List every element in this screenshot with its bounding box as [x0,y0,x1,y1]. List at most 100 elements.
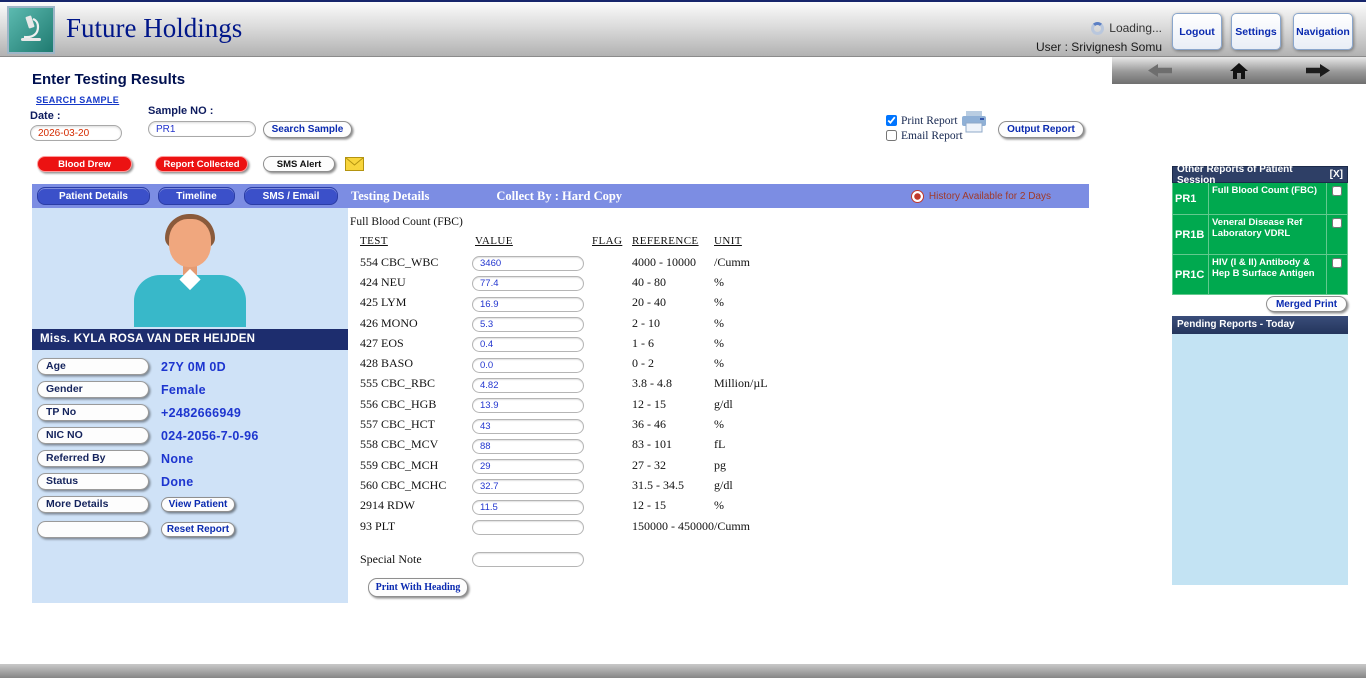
test-value-input[interactable] [472,500,584,515]
email-report-checkbox[interactable] [886,130,897,141]
report-collected-button[interactable]: Report Collected [155,156,248,172]
email-report-label: Email Report [901,130,963,142]
sms-alert-button[interactable]: SMS Alert [263,156,335,172]
loading-indicator: Loading... [1091,21,1162,35]
tab-sms-email[interactable]: SMS / Email [244,187,338,205]
test-value-input[interactable] [472,520,584,535]
tab-timeline[interactable]: Timeline [158,187,235,205]
panel-title: Full Blood Count (FBC) [350,216,463,228]
test-row: 558 CBC_MCV 83 - 101 fL [348,435,1089,455]
test-name: 424 NEU [360,275,472,290]
test-reference: 4000 - 10000 [632,255,714,270]
test-name: 2914 RDW [360,498,472,513]
field-value: +2482666949 [161,406,241,420]
history-note: History Available for 2 Days [911,190,1051,203]
field-value: None [161,452,193,466]
test-table-body: 554 CBC_WBC 4000 - 10000 /Cumm 424 NEU 4… [348,252,1089,536]
test-name: 93 PLT [360,519,472,534]
report-checkbox[interactable] [1332,186,1342,196]
app-window: Future Holdings Loading... User : Srivig… [0,0,1366,678]
test-row: 557 CBC_HCT 36 - 46 % [348,414,1089,434]
close-icon[interactable]: [X] [1330,169,1343,180]
patient-panel: Miss. KYLA ROSA VAN DER HEIJDEN Age 27Y … [32,208,348,603]
testing-panel: Full Blood Count (FBC) TEST VALUE FLAG R… [348,208,1089,603]
print-with-heading-button[interactable]: Print With Heading [368,578,468,597]
patient-field-row: Gender Female [32,378,348,401]
test-unit: pg [714,458,1089,473]
report-name: Full Blood Count (FBC) [1209,183,1327,214]
settings-button[interactable]: Settings [1231,13,1281,50]
test-value-input[interactable] [472,479,584,494]
mail-icon[interactable] [345,157,364,171]
forward-arrow-icon[interactable] [1306,64,1330,77]
sample-no-input[interactable] [148,121,256,137]
blood-drew-button[interactable]: Blood Drew [37,156,132,172]
report-name: HIV (I & II) Antibody & Hep B Surface An… [1209,255,1327,294]
test-reference: 1 - 6 [632,336,714,351]
field-label-pill: Status [37,473,149,490]
printer-icon[interactable] [960,110,988,139]
back-arrow-icon[interactable] [1148,64,1172,77]
avatar-head [169,219,211,267]
test-reference: 3.8 - 4.8 [632,376,714,391]
test-name: 555 CBC_RBC [360,376,472,391]
test-name: 558 CBC_MCV [360,437,472,452]
report-code: PR1 [1173,183,1209,214]
col-unit: UNIT [714,235,742,247]
nav-strip [1112,57,1366,84]
report-row[interactable]: PR1C HIV (I & II) Antibody & Hep B Surfa… [1172,255,1348,295]
logout-button[interactable]: Logout [1172,13,1222,50]
history-note-text: History Available for 2 Days [929,191,1051,202]
sample-no-field-group: Sample NO : [148,105,256,137]
tab-patient-details[interactable]: Patient Details [37,187,150,205]
patient-field-row: Referred By None [32,447,348,470]
reset-report-button[interactable]: Reset Report [161,522,235,537]
date-input[interactable] [30,125,122,141]
col-test: TEST [360,235,388,247]
report-checkbox[interactable] [1332,258,1342,268]
home-icon[interactable] [1230,63,1248,79]
view-patient-button[interactable]: View Patient [161,497,235,512]
report-row[interactable]: PR1 Full Blood Count (FBC) [1172,183,1348,215]
test-unit: % [714,275,1089,290]
test-value-input[interactable] [472,419,584,434]
test-table-header: TEST VALUE FLAG REFERENCE UNIT [348,235,1089,247]
test-unit: % [714,356,1089,371]
test-unit: g/dl [714,478,1089,493]
field-label-pill: Gender [37,381,149,398]
test-row: 425 LYM 20 - 40 % [348,293,1089,313]
test-name: 560 CBC_MCHC [360,478,472,493]
test-value-input[interactable] [472,459,584,474]
test-value-input[interactable] [472,256,584,271]
print-report-checkbox[interactable] [886,115,897,126]
patient-field-row: TP No +2482666949 [32,401,348,424]
special-note-input[interactable] [472,552,584,567]
test-value-input[interactable] [472,378,584,393]
output-report-button[interactable]: Output Report [998,121,1084,138]
patient-field-row: Age 27Y 0M 0D [32,355,348,378]
test-row: 554 CBC_WBC 4000 - 10000 /Cumm [348,252,1089,272]
navigation-button[interactable]: Navigation [1293,13,1353,50]
merged-print-button[interactable]: Merged Print [1266,296,1347,312]
search-sample-button[interactable]: Search Sample [263,121,352,138]
search-sample-link[interactable]: SEARCH SAMPLE [36,95,119,105]
test-value-input[interactable] [472,297,584,312]
report-checkbox[interactable] [1332,218,1342,228]
test-reference: 12 - 15 [632,498,714,513]
test-reference: 83 - 101 [632,437,714,452]
field-value: 024-2056-7-0-96 [161,429,259,443]
test-value-input[interactable] [472,398,584,413]
test-value-input[interactable] [472,358,584,373]
test-value-input[interactable] [472,317,584,332]
test-value-input[interactable] [472,276,584,291]
test-row: 427 EOS 1 - 6 % [348,333,1089,353]
email-report-option: Email Report [886,128,963,143]
print-report-label: Print Report [901,115,958,127]
patient-fields: Age 27Y 0M 0D Gender Female TP No +24826… [32,355,348,541]
patient-field-row: NIC NO 024-2056-7-0-96 [32,424,348,447]
test-row: 2914 RDW 12 - 15 % [348,496,1089,516]
test-value-input[interactable] [472,439,584,454]
testing-details-title: Testing Details [351,189,429,204]
test-value-input[interactable] [472,337,584,352]
report-row[interactable]: PR1B Veneral Disease Ref Laboratory VDRL [1172,215,1348,255]
